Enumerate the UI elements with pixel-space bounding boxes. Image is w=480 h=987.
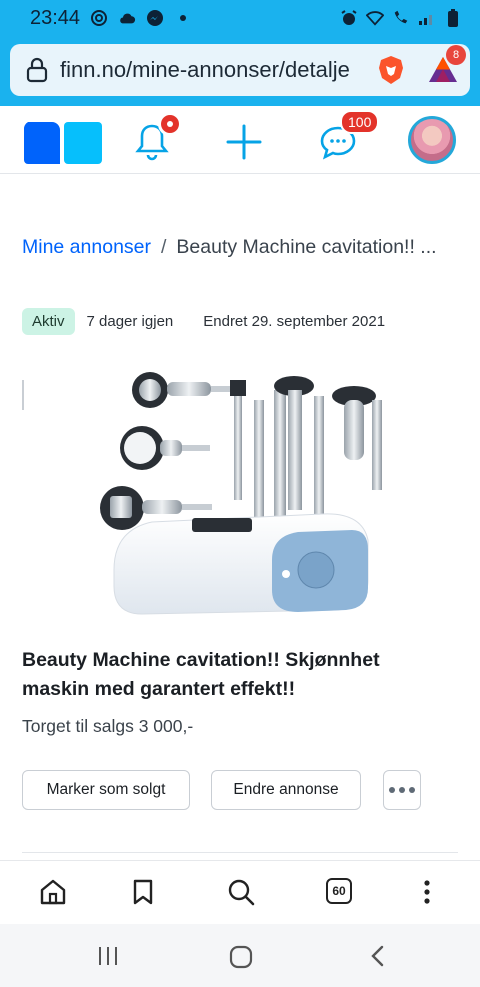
mark-sold-button[interactable]: Marker som solgt <box>22 770 190 810</box>
android-system-nav <box>0 924 480 987</box>
search-icon[interactable] <box>226 877 256 907</box>
finn-header: 100 <box>0 106 480 174</box>
address-bar[interactable]: finn.no/mine-annonser/detalje 8 <box>10 44 470 96</box>
breadcrumb: Mine annonser / Beauty Machine cavitation!… <box>22 236 437 259</box>
ad-status-row: Aktiv 7 dager igjen Endret 29. september… <box>22 308 385 335</box>
breadcrumb-separator: / <box>161 236 167 258</box>
signal-icon <box>418 9 436 27</box>
url-text[interactable]: finn.no/mine-annonser/detalje <box>60 57 366 83</box>
wifi-call-icon <box>392 9 410 27</box>
lock-icon[interactable] <box>24 57 50 83</box>
ad-title: Beauty Machine cavitation!! Skjønnhet ma… <box>22 649 380 700</box>
more-options-button[interactable] <box>383 770 421 810</box>
more-dots-icon <box>389 787 415 793</box>
at-icon <box>90 9 108 27</box>
ad-price-line: Torget til salgs 3 000,- <box>22 716 194 736</box>
clock: 23:44 <box>30 6 81 29</box>
days-left: 7 dager igjen <box>86 313 174 330</box>
product-image[interactable] <box>22 360 458 624</box>
edit-ad-button[interactable]: Endre annonse <box>211 770 361 810</box>
back-icon[interactable] <box>368 944 386 968</box>
dot-icon <box>174 9 192 27</box>
bookmark-icon[interactable] <box>128 877 158 907</box>
browser-toolbar: finn.no/mine-annonser/detalje 8 <box>0 36 480 106</box>
changed-date: Endret 29. september 2021 <box>203 313 386 330</box>
handpiece-rf <box>132 372 241 408</box>
alarm-icon <box>340 9 358 27</box>
notifications-badge <box>158 112 182 136</box>
battery-icon <box>444 9 462 27</box>
machine-body <box>113 513 369 615</box>
handpiece-cavitation <box>120 426 210 470</box>
menu-kebab-icon[interactable] <box>412 877 442 907</box>
recent-apps-icon[interactable] <box>96 944 120 968</box>
home-icon[interactable] <box>38 877 68 907</box>
messenger-icon <box>146 9 164 27</box>
messages-badge: 100 <box>340 110 380 134</box>
next-card-edge <box>22 852 458 858</box>
breadcrumb-current: Beauty Machine cavitation!! ... <box>176 236 437 258</box>
finn-logo[interactable] <box>24 122 102 164</box>
brave-shields-icon[interactable] <box>374 53 408 87</box>
new-ad-plus-icon[interactable] <box>224 122 264 162</box>
breadcrumb-mine-annonser-link[interactable]: Mine annonser <box>22 236 151 258</box>
android-status-bar: 23:44 <box>0 0 480 36</box>
machine-probes <box>230 376 382 520</box>
browser-bottom-nav <box>0 860 480 924</box>
cloud-icon <box>118 9 136 27</box>
home-button-icon[interactable] <box>228 944 254 970</box>
tabs-counter-button[interactable]: 60 <box>326 878 352 904</box>
wifi-icon <box>366 9 384 27</box>
profile-avatar[interactable] <box>408 116 456 164</box>
status-badge: Aktiv <box>22 308 75 335</box>
brave-rewards-icon[interactable]: 8 <box>426 45 466 87</box>
rewards-badge: 8 <box>446 45 466 65</box>
